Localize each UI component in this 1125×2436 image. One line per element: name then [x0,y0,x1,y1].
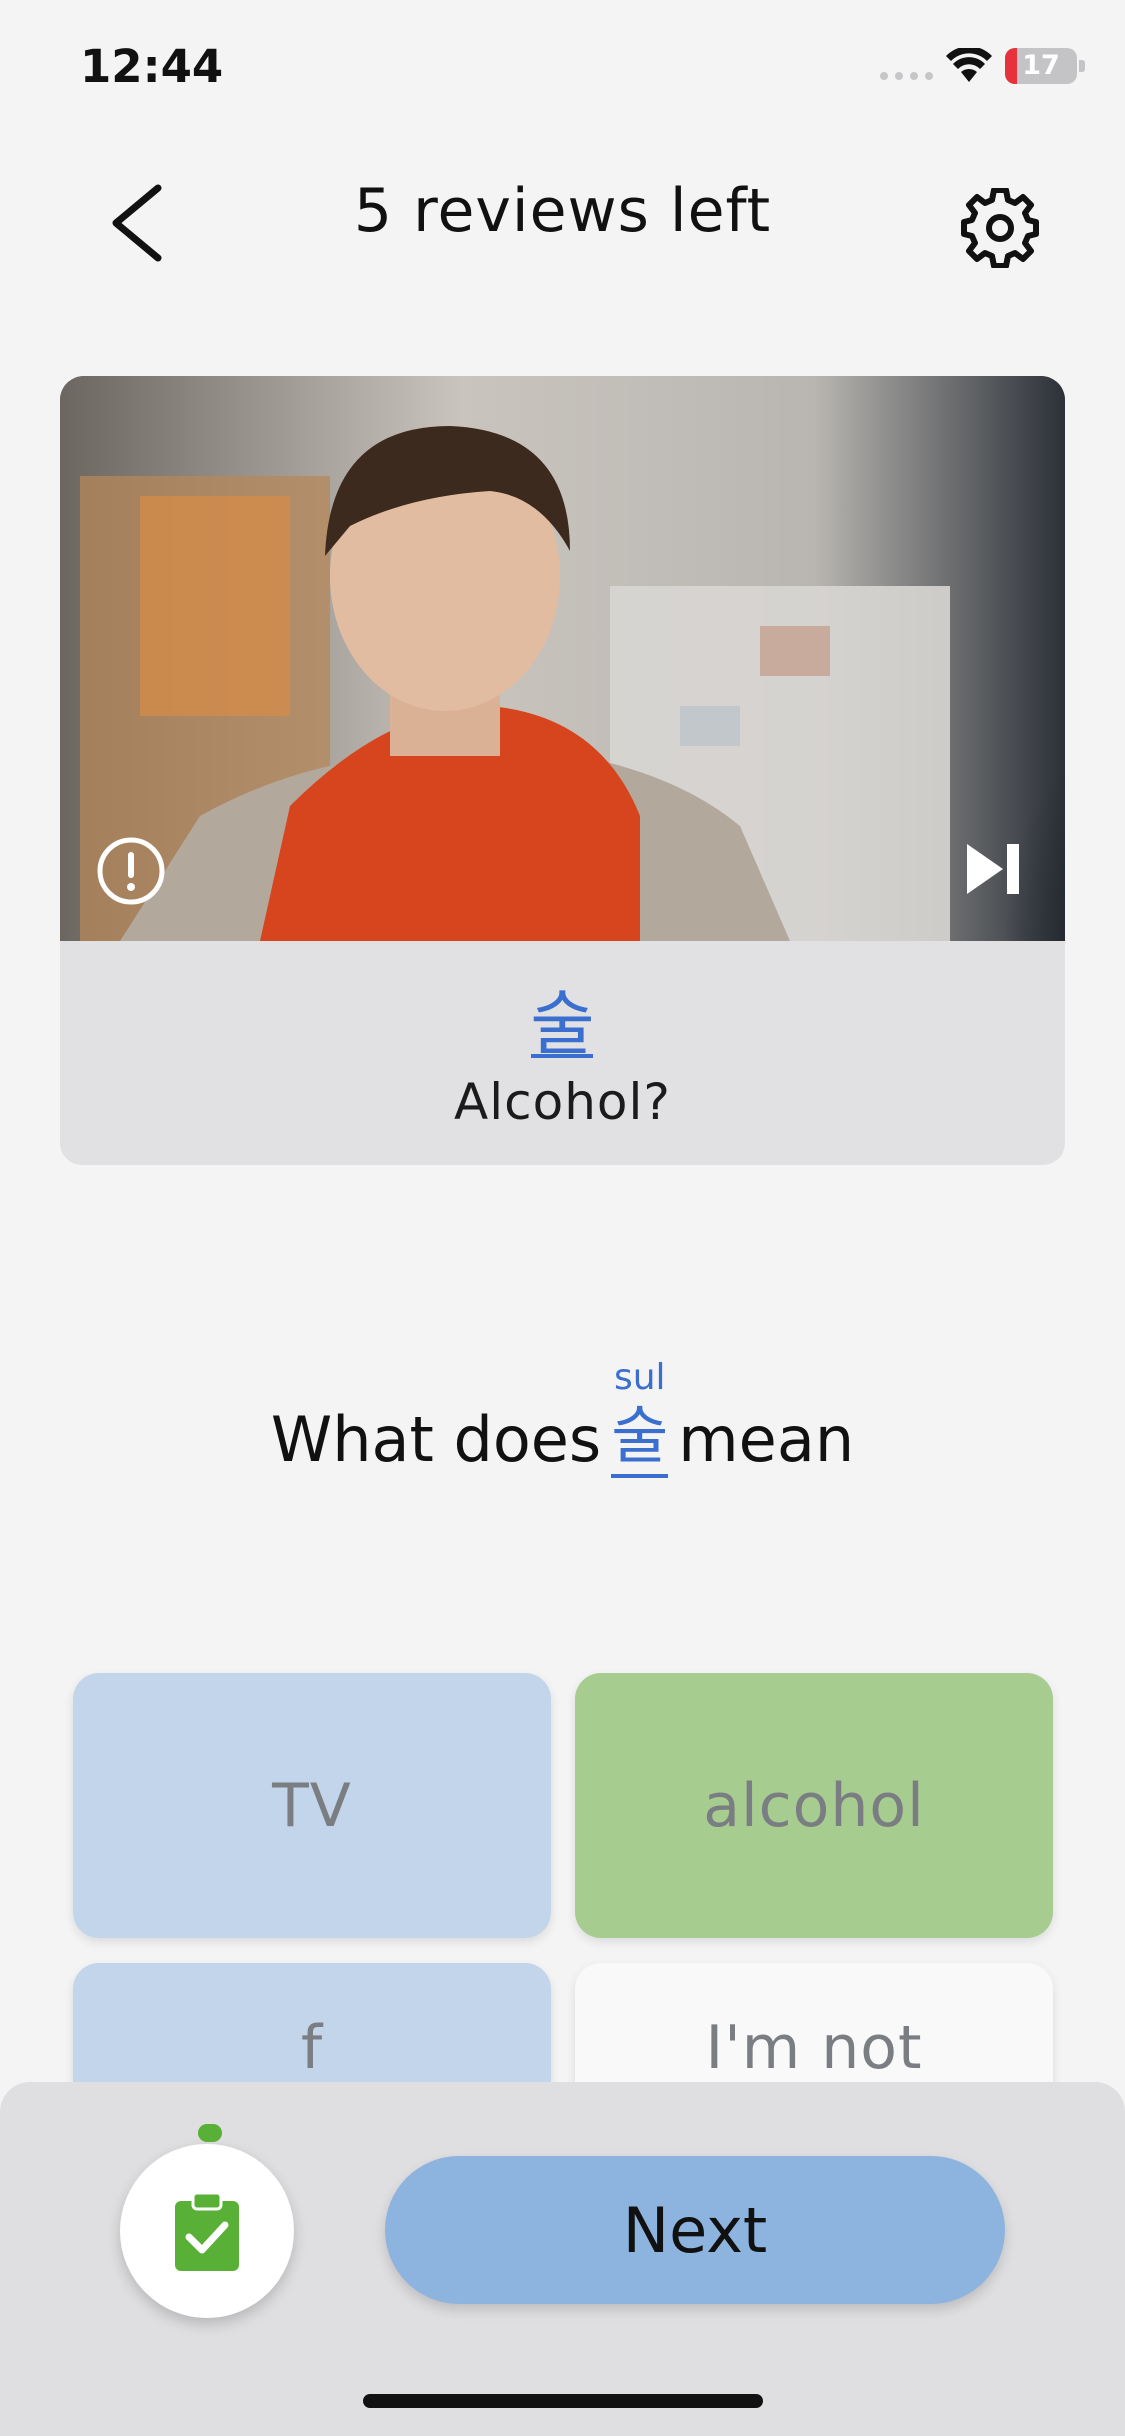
battery-nub [1079,60,1085,72]
video-frame-image [60,376,1065,941]
gear-icon [961,187,1039,269]
status-time: 12:44 [80,40,224,93]
question: What does sul 술 mean [0,1358,1125,1478]
clipboard-check-icon [175,2191,239,2271]
question-prefix: What does [270,1403,602,1476]
chevron-left-icon [112,184,162,262]
subtitle-underline [531,1054,593,1058]
question-word-group: sul 술 [611,1357,669,1478]
clipboard-button[interactable] [120,2144,294,2318]
answer-option-alcohol[interactable]: alcohol [575,1673,1053,1938]
answer-option-label: f [300,2013,324,2083]
home-indicator [363,2394,763,2408]
answer-option-tv[interactable]: TV [73,1673,551,1938]
video-player[interactable] [60,376,1065,941]
back-button[interactable] [100,178,180,268]
skip-button[interactable] [965,842,1021,896]
answer-option-label: I'm not [705,2013,923,2083]
answer-option-label: TV [272,1770,352,1841]
alert-circle-icon [97,837,165,905]
wifi-icon [945,46,993,88]
progress-indicator-dot [198,2124,222,2142]
skip-forward-icon [967,844,1019,894]
report-button[interactable] [96,836,166,906]
subtitle-translation: Alcohol? [454,1073,671,1131]
page-title: 5 reviews left [353,176,772,246]
question-romanization: sul [613,1357,666,1398]
answer-option-label: alcohol [703,1770,925,1841]
settings-button[interactable] [960,187,1040,269]
cellular-signal-icon [880,72,933,80]
battery-percent: 17 [1022,50,1060,81]
question-suffix: mean [678,1403,855,1476]
battery-icon: 17 [1005,48,1077,84]
next-button[interactable]: Next [385,2156,1005,2304]
question-word[interactable]: 술 [611,1398,669,1478]
